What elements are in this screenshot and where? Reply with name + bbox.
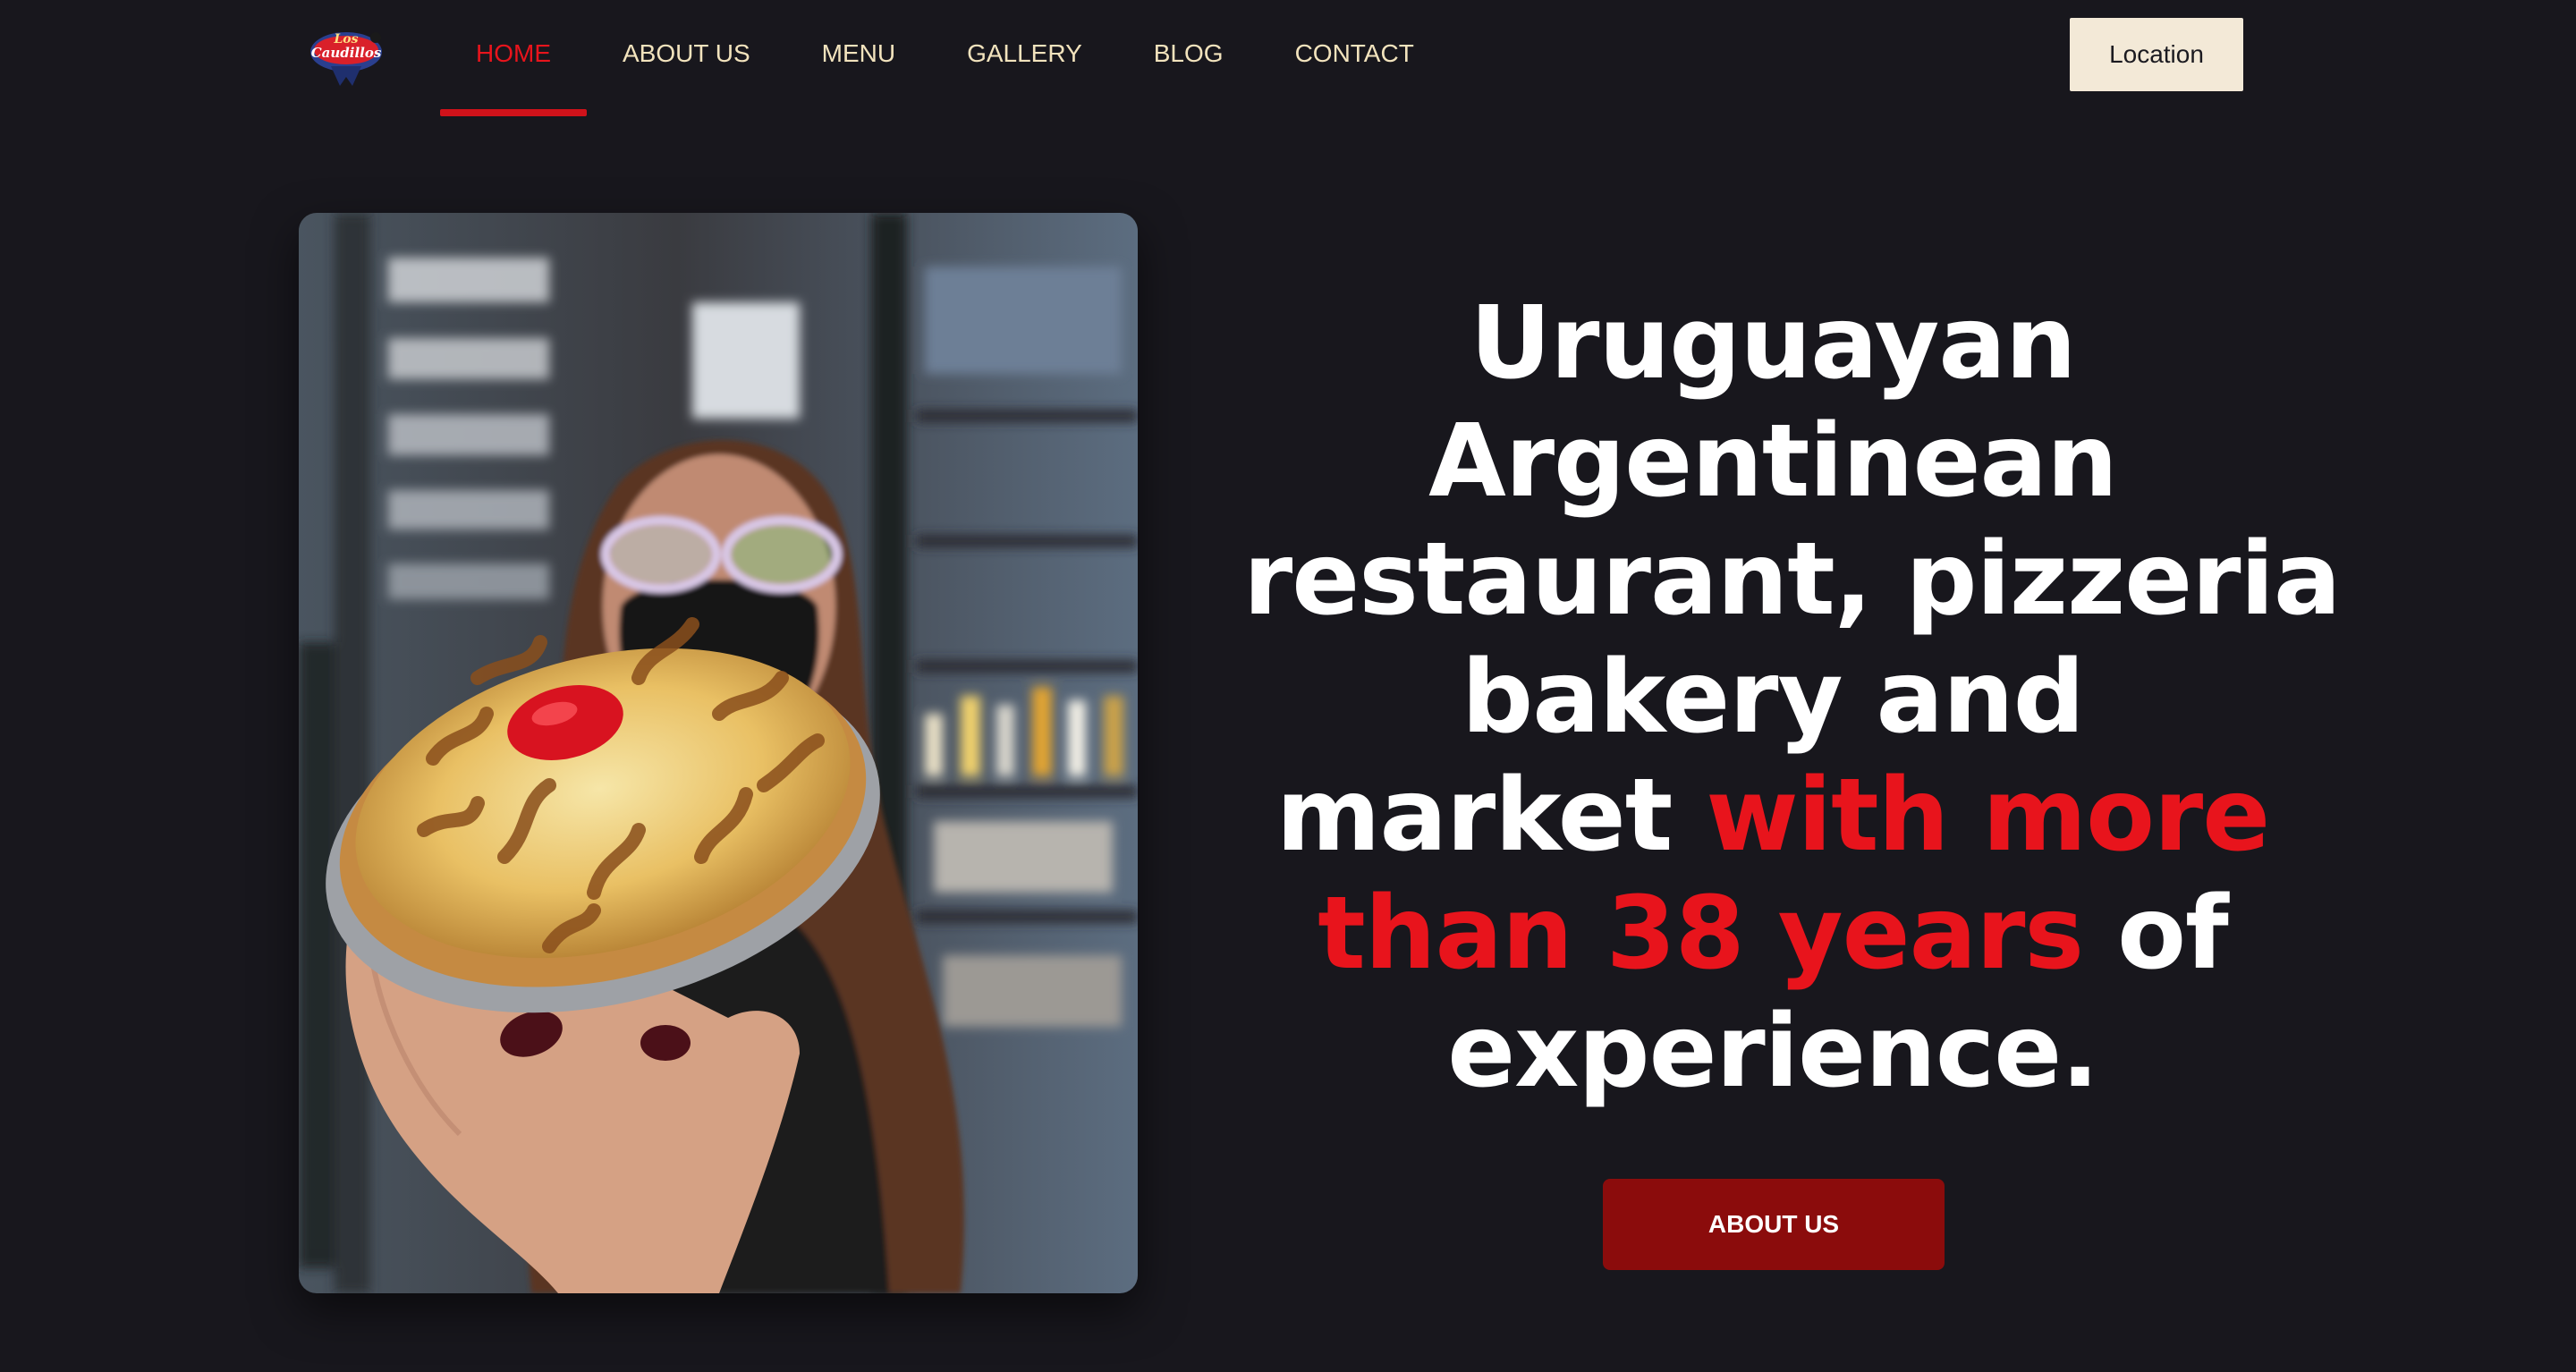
woman-holding-pastry-image [299,213,1138,1293]
logo-emblem-icon: Los Caudillos [310,32,382,86]
nav-about-us[interactable]: ABOUT US [587,0,786,116]
top-navbar: Los Caudillos HOME ABOUT US MENU GALLERY… [0,0,2576,116]
nav-home[interactable]: HOME [440,0,587,116]
about-us-button[interactable]: ABOUT US [1603,1179,1945,1270]
headline-line-4: bakery and [1462,639,2085,756]
hero-headline: Uruguayan Argentinean restaurant, pizzer… [1243,284,2341,1111]
headline-highlight-1: with more [1706,758,2270,874]
nav-gallery[interactable]: GALLERY [931,0,1118,116]
nav-blog[interactable]: BLOG [1118,0,1259,116]
hero-photo [299,213,1138,1293]
headline-line-3: restaurant, pizzeria [1243,521,2341,638]
headline-line-7: experience. [1447,994,2099,1110]
nav-menu[interactable]: MENU [786,0,931,116]
page: Los Caudillos HOME ABOUT US MENU GALLERY… [0,0,2576,1372]
site-logo[interactable]: Los Caudillos [304,21,388,89]
headline-line-5: market with more [1243,757,2302,875]
headline-line-1: Uruguayan [1470,285,2076,402]
headline-highlight-2: than 38 years [1318,876,2084,992]
headline-line-6-plain: of [2083,876,2229,992]
headline-line-6: than 38 years of [1243,875,2302,993]
location-button[interactable]: Location [2070,18,2243,91]
logo-text-bottom: Caudillos [311,45,382,61]
nav-contact[interactable]: CONTACT [1259,0,1450,116]
main-nav: HOME ABOUT US MENU GALLERY BLOG CONTACT [440,0,1450,116]
headline-line-5-plain: market [1275,758,1707,874]
headline-line-2: Argentinean [1428,403,2118,520]
